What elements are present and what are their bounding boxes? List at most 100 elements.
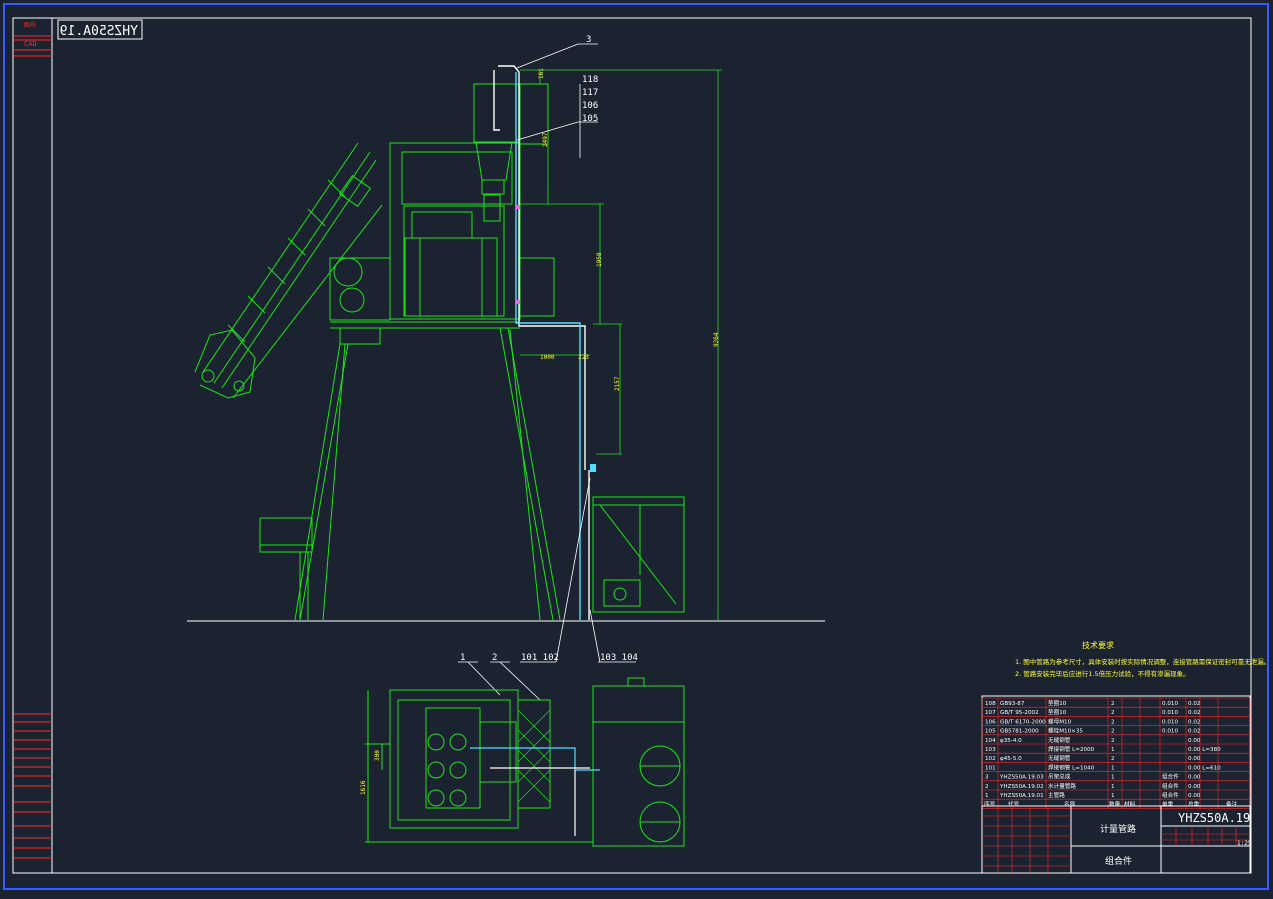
bom-cell-code: GB/T 6170-2000 [1000,719,1046,725]
bom-header-material: 材料 [1124,800,1136,808]
title-code: YHZS50A.19 [1178,811,1250,825]
outer-frame [3,3,1269,890]
bom-cell-qty: 2 [1111,729,1115,735]
bom-cell-qty: 1 [1111,793,1115,799]
bom-cell-qty: 1 [1111,765,1115,771]
bom-cell-total-weight: 0.02 [1188,719,1200,725]
tech-req-heading: 技术要求 [1082,640,1114,650]
bom-cell-qty: 2 [1111,710,1115,716]
title-name: 计量管路 [1100,823,1136,835]
bom-cell-no: 103 [985,747,996,753]
dimensions [520,69,722,621]
bom-cell-name: 主管路 [1048,791,1065,799]
balloon-105: 105 [582,114,598,124]
bom-cell-qty: 2 [1111,701,1115,707]
inner-border [12,17,1252,874]
bom-cell-code: GB5781-2000 [1000,729,1039,735]
balloon-118: 118 [582,75,598,85]
balloon-101-102: 101 102 [521,653,559,663]
bom-header-code: 代号 [1008,800,1020,808]
bom-cell-name: 垫圈10 [1048,699,1067,707]
bom-cell-total-weight: 0.02 [1188,701,1200,707]
drawing-sheet: 图号 CAD YHZS50A.19 161 2497 1958 1000 223… [3,3,1270,890]
strip-label-top: 图号 [24,22,36,29]
strip-label-cad: CAD [24,40,37,48]
dim-1958: 1958 [596,252,603,267]
bom-cell-unit-weight: 0.010 [1162,729,1178,735]
bom-cell-unit-weight: 0.010 [1162,701,1178,707]
tech-requirements: 技术要求 1. 图中管路为参考尺寸，具体安装时按实际情况调整，连接管路需保证密封… [1015,640,1270,678]
bom-cell-qty: 2 [1111,756,1115,762]
bom-cell-no: 106 [985,719,996,725]
bom-cell-unit-weight: 组合件 [1162,782,1179,790]
bom-cell-name: 螺栓M10×35 [1048,727,1083,735]
balloon-103-104: 103 104 [600,653,638,663]
bom-header-qty: 数量 [1109,800,1121,808]
bom-header-total-weight: 总重 [1188,800,1200,808]
bom-header-no: 序号 [984,800,996,808]
dim-2157: 2157 [614,376,621,391]
mirror-code: YHZS50A.19 [60,24,138,39]
bom-header-note: 备注 [1226,800,1238,808]
bom-cell-code: GB/T 95-2002 [1000,710,1039,716]
tech-req-line-1: 1. 图中管路为参考尺寸，具体安装时按实际情况调整，连接管路需保证密封可靠无泄漏… [1015,657,1270,666]
bom-cell-name: 螺母M10 [1048,717,1072,725]
title-subtitle: 组合件 [1105,855,1132,867]
tech-req-line-2: 2. 管路安装完毕后应进行1.5倍压力试验，不得有渗漏现象。 [1015,669,1190,678]
bom-cell-qty: 2 [1111,719,1115,725]
bom-cell-no: 2 [985,784,989,790]
bom-cell-name: 吊架总成 [1048,773,1071,781]
bom-cell-total-weight: 0.00 [1188,784,1201,790]
title-scale: 1:25 [1237,840,1252,847]
bom-cell-total-weight: 0.00 [1188,738,1201,744]
bom-cell-code: YHZS50A.19.03 [999,775,1044,781]
bom-cell-total-weight: 0.00 [1188,756,1201,762]
bom-cell-no: 107 [985,710,996,716]
left-strip: 图号 CAD [14,22,52,859]
dim-1616: 1616 [360,780,367,795]
bom-table: 108 GB93-87 垫圈10 2 0.010 0.02 107 GB/T 95-2002 垫… [981,695,1251,809]
bom-cell-no: 104 [985,738,996,744]
bom-cell-qty: 1 [1111,784,1115,790]
bom-cell-code: YHZS50A.19.02 [999,784,1044,790]
bom-cell-code: φ45-5.0 [1000,756,1022,762]
bom-cell-total-weight: 0.00 [1188,775,1201,781]
bom-cell-name: 无缝钢管 [1048,736,1071,744]
bom-cell-name: 无缝钢管 [1048,754,1071,762]
balloon-texts: 3 118 117 106 105 1 2 101 102 103 104 [460,35,638,663]
bom-cell-qty: 2 [1111,738,1115,744]
bom-cell-name: 垫圈10 [1048,708,1067,716]
elevation-view [187,83,825,622]
plan-view [365,677,685,847]
bom-cell-no: 101 [985,765,996,771]
bom-cell-total-weight: 0.00 [1188,793,1201,799]
balloon-117: 117 [582,88,598,98]
dim-223: 223 [578,354,589,361]
balloon-106: 106 [582,101,598,111]
dim-161: 161 [538,68,545,79]
bom-cell-qty: 1 [1111,775,1115,781]
bom-header-unit-weight: 单重 [1162,800,1174,808]
dimension-texts: 161 2497 1958 1000 223 2157 9264 [538,68,720,391]
bom-cell-name: 焊接钢管 L=1040 [1048,763,1095,771]
bom-cell-total-weight: 0.00 L=380 [1188,747,1221,753]
bom-cell-total-weight: 0.02 [1188,729,1200,735]
balloon-3: 3 [586,35,591,45]
bom-cell-no: 105 [985,729,996,735]
bom-cell-no: 102 [985,756,996,762]
dim-2497: 2497 [542,132,549,147]
bom-cell-unit-weight: 0.010 [1162,710,1178,716]
bom-cell-unit-weight: 组合件 [1162,773,1179,781]
plan-piping [470,747,600,836]
bom-cell-total-weight: 0.00 L=610 [1188,765,1221,771]
bom-cell-unit-weight: 0.010 [1162,719,1178,725]
dim-300: 300 [374,750,381,761]
bom-cell-no: 1 [985,793,989,799]
title-block: 计量管路 组合件 YHZS50A.19 1:25 [981,805,1252,874]
balloon-2: 2 [492,653,497,663]
bom-cell-name: 水计量管路 [1048,782,1076,790]
bom-cell-total-weight: 0.02 [1188,710,1200,716]
bom-cell-code: φ35-4.0 [1000,738,1022,744]
bom-header-name: 名称 [1064,800,1076,808]
bom-cell-unit-weight: 组合件 [1162,791,1179,799]
